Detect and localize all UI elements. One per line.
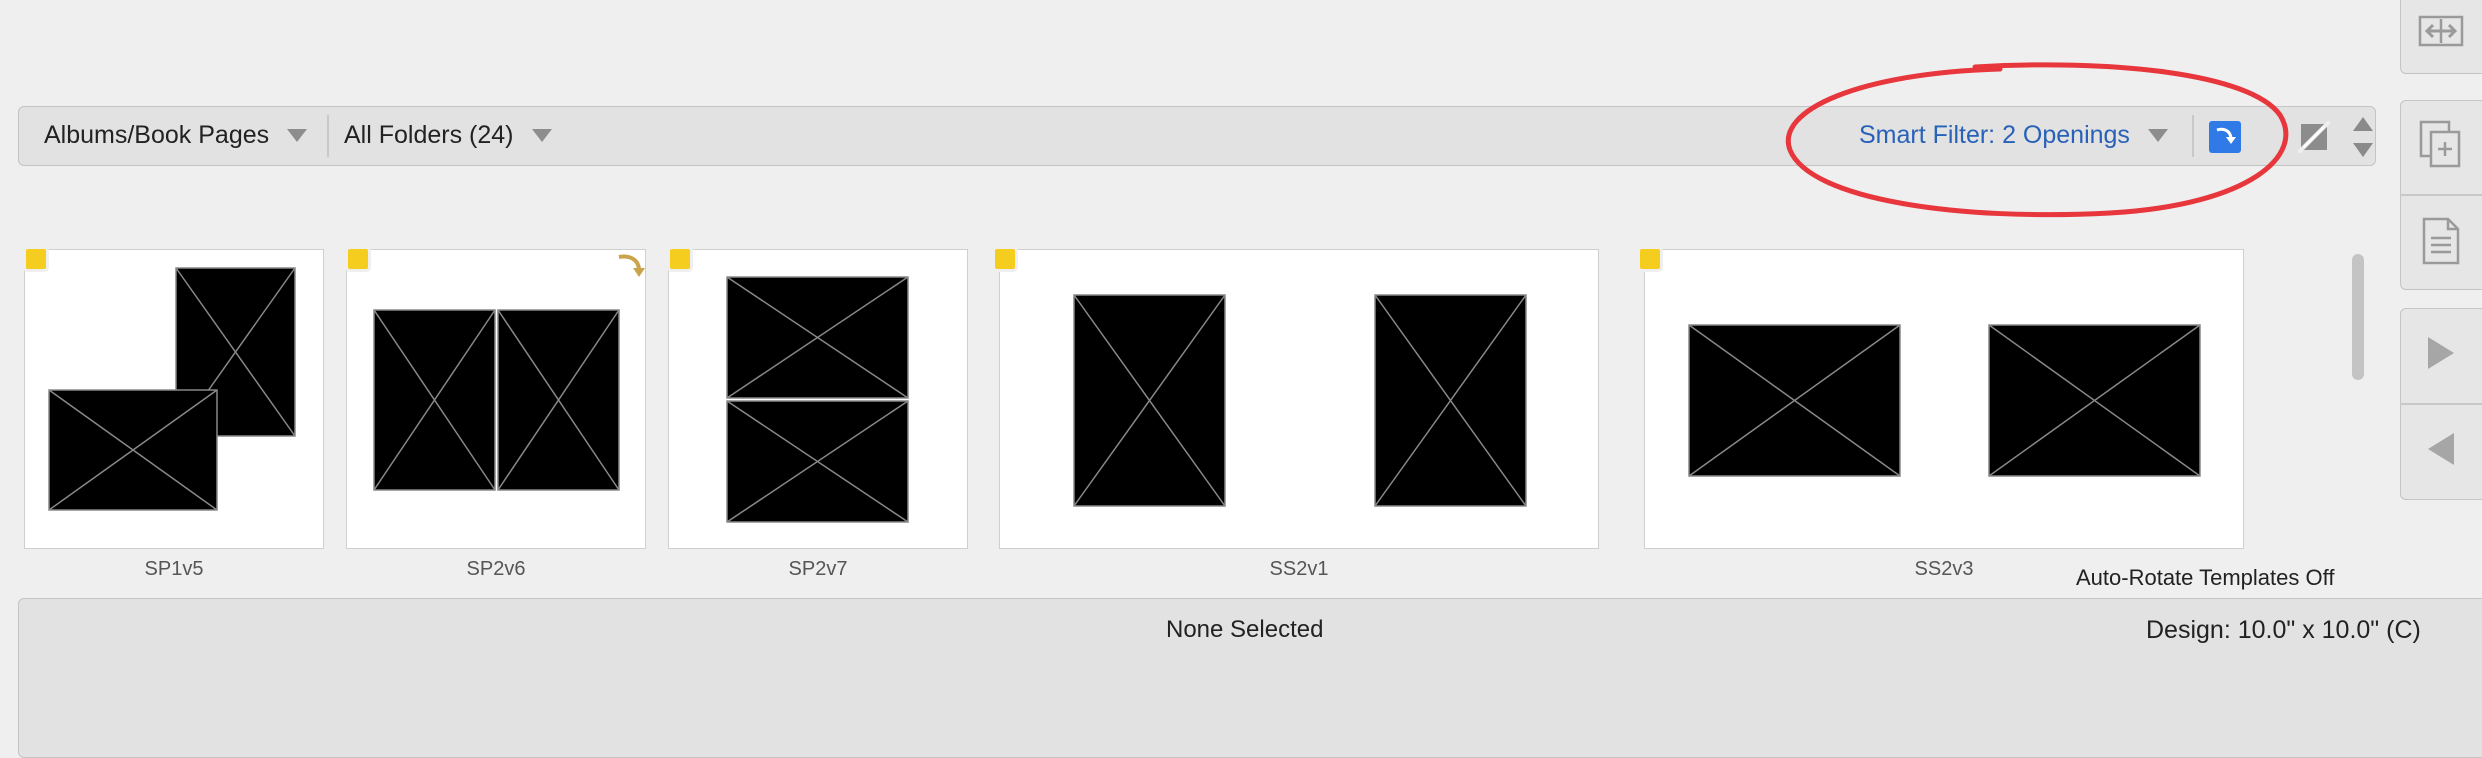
resize-horizontal-icon: [2418, 15, 2464, 47]
thumbnail-label: SP2v6: [466, 558, 526, 580]
albums-dropdown-label: Albums/Book Pages: [44, 121, 270, 149]
folders-dropdown-label: All Folders (24): [344, 121, 514, 149]
template-thumbnail[interactable]: [346, 249, 646, 549]
previous-button[interactable]: [2400, 408, 2482, 490]
resize-button[interactable]: [2400, 0, 2482, 72]
status-flag: [26, 249, 46, 269]
template-thumbnail[interactable]: [1644, 249, 2244, 549]
status-flag: [995, 249, 1015, 269]
highlight-annotation: [1785, 62, 2289, 218]
template-thumbnail[interactable]: [24, 249, 324, 549]
albums-dropdown[interactable]: Albums/Book Pages: [44, 107, 308, 164]
design-size: Design: 10.0" x 10.0" (C): [2146, 616, 2421, 644]
page-details-button[interactable]: [2400, 200, 2482, 282]
status-flag: [670, 249, 690, 269]
thumbnail-label: SS2v1: [1269, 558, 1329, 580]
clear-filter-button[interactable]: [2296, 119, 2332, 155]
add-page-icon: [2419, 120, 2461, 168]
selection-status: None Selected: [1166, 616, 1324, 643]
sort-down-icon[interactable]: [2353, 143, 2373, 157]
play-left-icon: [2428, 433, 2454, 465]
vertical-scrollbar[interactable]: [2352, 254, 2364, 380]
template-preview: [1073, 294, 1527, 507]
rotate-icon: [618, 254, 645, 277]
document-icon: [2422, 217, 2460, 265]
status-flag: [1640, 249, 1660, 269]
clear-filter-icon: [2296, 119, 2332, 155]
thumbnail-label: SP2v7: [788, 558, 848, 580]
play-right-icon: [2428, 337, 2454, 369]
sort-up-icon[interactable]: [2353, 117, 2373, 131]
status-flag: [348, 249, 368, 269]
add-page-button[interactable]: [2400, 104, 2482, 186]
auto-rotate-status: Auto-Rotate Templates Off: [2076, 565, 2335, 590]
next-button[interactable]: [2400, 312, 2482, 394]
folders-dropdown[interactable]: All Folders (24): [344, 107, 552, 164]
template-preview: [48, 267, 296, 511]
template-preview: [1688, 324, 2201, 477]
template-thumbnail[interactable]: [999, 249, 1599, 549]
sidebar-divider: [2400, 403, 2482, 405]
template-thumbnail[interactable]: [668, 249, 968, 549]
template-preview: [373, 309, 620, 491]
chevron-down-icon: [287, 129, 308, 142]
thumbnail-label: SP1v5: [144, 558, 204, 580]
sidebar-divider: [2400, 194, 2482, 196]
chevron-down-icon: [531, 129, 552, 142]
toolbar-divider: [327, 115, 329, 157]
template-preview: [726, 276, 909, 523]
